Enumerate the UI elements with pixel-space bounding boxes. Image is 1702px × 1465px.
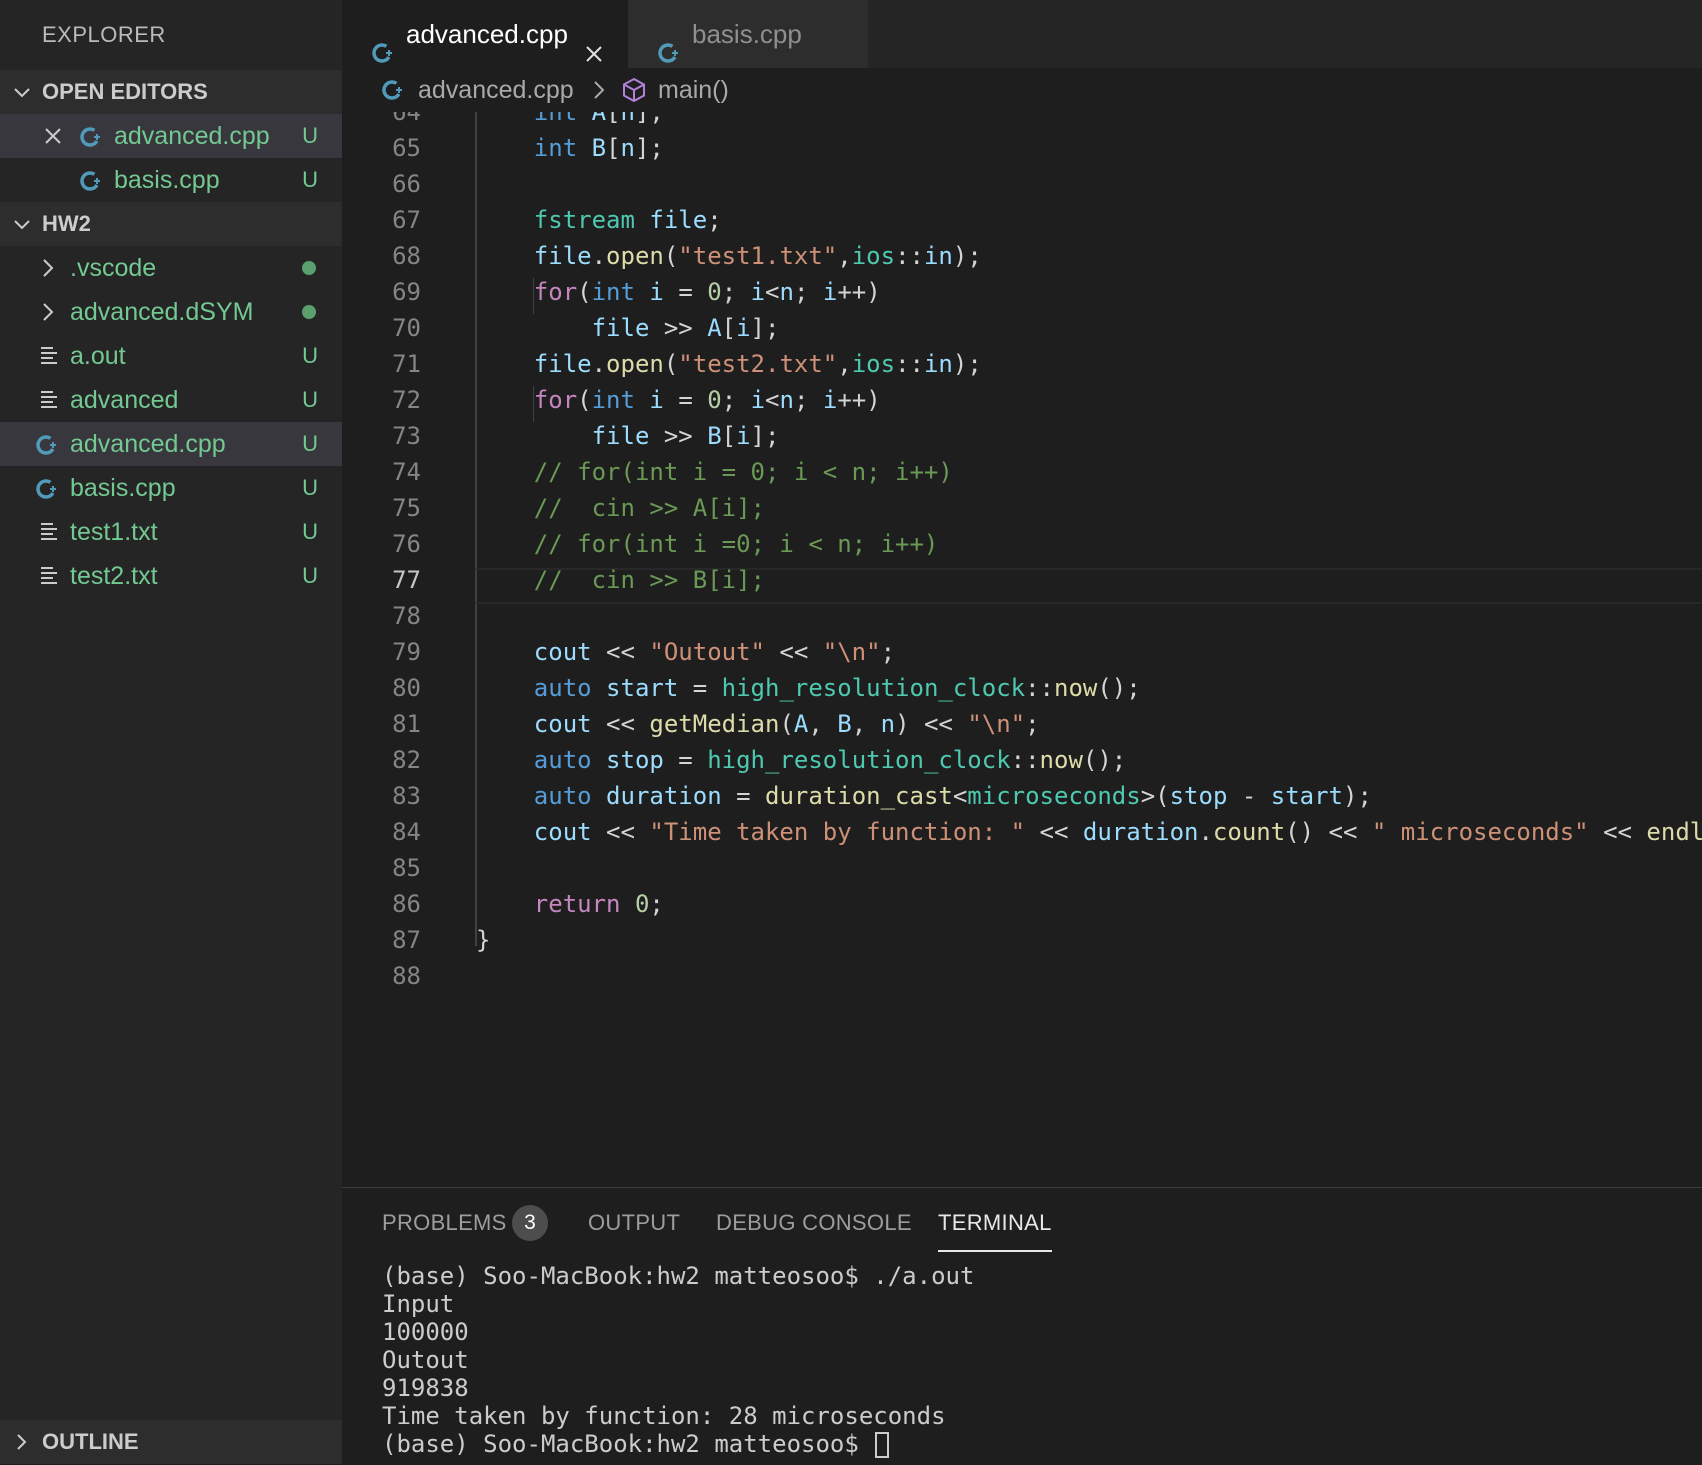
tab-problems[interactable]: PROBLEMS: [382, 1188, 507, 1258]
tab-label: advanced.cpp: [406, 19, 568, 49]
code-line: 75 // cin >> A[i];: [392, 494, 765, 522]
tree-file-test1[interactable]: test1.txt U: [0, 510, 342, 554]
chevron-down-icon: [10, 70, 34, 114]
code-line: 86 return 0;: [392, 890, 664, 918]
tab-output[interactable]: OUTPUT: [588, 1188, 680, 1258]
code-line: 64 int A[n];: [392, 112, 664, 126]
git-untracked-badge: U: [302, 475, 318, 500]
terminal-output[interactable]: (base) Soo-MacBook:hw2 matteosoo$ ./a.ou…: [382, 1262, 1682, 1458]
git-untracked-badge: U: [302, 387, 318, 412]
terminal-line: Outout: [382, 1346, 469, 1374]
terminal-prompt: (base) Soo-MacBook:hw2 matteosoo$: [382, 1430, 874, 1458]
breadcrumb-symbol[interactable]: main(): [658, 68, 729, 112]
tree-item-label: advanced.cpp: [70, 430, 226, 458]
explorer-sidebar: EXPLORER OPEN EDITORS advanced.cpp U bas…: [0, 0, 342, 1464]
chevron-right-icon: [10, 1420, 34, 1464]
outline-label: OUTLINE: [42, 1429, 139, 1454]
terminal-line: (base) Soo-MacBook:hw2 matteosoo$ ./a.ou…: [382, 1262, 975, 1290]
code-line: 88: [392, 962, 421, 990]
git-untracked-badge: U: [302, 343, 318, 368]
workspace-label: HW2: [42, 211, 91, 236]
tab-label: basis.cpp: [692, 19, 802, 49]
code-line: 66: [392, 170, 421, 198]
code-line: 87}: [392, 926, 491, 954]
code-line: 67 fstream file;: [392, 206, 722, 234]
tree-item-label: test1.txt: [70, 518, 158, 546]
open-editor-label: advanced.cpp: [114, 122, 270, 150]
explorer-title: EXPLORER: [42, 22, 166, 47]
open-editor-item-advanced[interactable]: advanced.cpp U: [0, 114, 342, 158]
code-line: 69 for(int i = 0; i<n; i++): [392, 278, 881, 306]
code-line: 80 auto start = high_resolution_clock::n…: [392, 674, 1141, 702]
cpp-file-icon: [382, 80, 402, 100]
editor-tab-bar: advanced.cpp basis.cpp: [342, 0, 1702, 68]
code-line: 85: [392, 854, 421, 882]
code-line: 82 auto stop = high_resolution_clock::no…: [392, 746, 1127, 774]
code-line: 78: [392, 602, 421, 630]
cube-icon: [623, 77, 645, 103]
git-untracked-badge: U: [302, 563, 318, 588]
tab-terminal[interactable]: TERMINAL: [938, 1188, 1052, 1258]
open-editors-label: OPEN EDITORS: [42, 79, 208, 104]
tree-folder-vscode[interactable]: .vscode: [0, 246, 342, 290]
tree-item-label: a.out: [70, 342, 126, 370]
terminal-line: Input: [382, 1290, 455, 1318]
code-line: 79 cout << "Outout" << "\n";: [392, 638, 896, 666]
tree-file-advanced-cpp[interactable]: advanced.cpp U: [0, 422, 342, 466]
tree-file-advanced[interactable]: advanced U: [0, 378, 342, 422]
code-line: 74 // for(int i = 0; i < n; i++): [392, 458, 953, 486]
tree-item-label: advanced.dSYM: [70, 298, 254, 326]
tree-file-test2[interactable]: test2.txt U: [0, 554, 342, 598]
code-line: 71 file.open("test2.txt",ios::in);: [392, 350, 982, 378]
terminal-line: 919838: [382, 1374, 469, 1402]
git-untracked-badge: U: [302, 167, 318, 192]
tree-item-label: basis.cpp: [70, 474, 176, 502]
bottom-panel: PROBLEMS 3 OUTPUT DEBUG CONSOLE TERMINAL…: [342, 1187, 1702, 1465]
git-untracked-badge: U: [302, 123, 318, 148]
code-line: 84 cout << "Time taken by function: " <<…: [392, 818, 1702, 846]
code-line: 76 // for(int i =0; i < n; i++): [392, 530, 939, 558]
open-editor-item-basis[interactable]: basis.cpp U: [0, 158, 342, 202]
problems-count-badge: 3: [512, 1205, 548, 1241]
code-line: 81 cout << getMedian(A, B, n) << "\n";: [392, 710, 1040, 738]
open-editor-label: basis.cpp: [114, 166, 220, 194]
chevron-right-icon: [594, 81, 605, 99]
terminal-line: Time taken by function: 28 microseconds: [382, 1402, 946, 1430]
code-line: 65 int B[n];: [392, 134, 664, 162]
tree-item-label: advanced: [70, 386, 179, 414]
code-line: 83 auto duration = duration_cast<microse…: [392, 782, 1372, 810]
chevron-down-icon: [10, 202, 34, 246]
git-modified-dot: [302, 305, 316, 319]
tree-item-label: .vscode: [70, 254, 157, 282]
git-untracked-badge: U: [302, 431, 318, 456]
tab-basis-cpp[interactable]: basis.cpp: [628, 0, 868, 68]
tree-folder-advanced-dsym[interactable]: advanced.dSYM: [0, 290, 342, 334]
workspace-header[interactable]: HW2: [0, 202, 342, 246]
code-editor[interactable]: 64 int A[n]; 65 int B[n]; 66 67 fstream …: [342, 112, 1702, 1187]
tree-file-a-out[interactable]: a.out U: [0, 334, 342, 378]
tree-file-basis-cpp[interactable]: basis.cpp U: [0, 466, 342, 510]
code-line: 68 file.open("test1.txt",ios::in);: [392, 242, 982, 270]
tab-debug-console[interactable]: DEBUG CONSOLE: [716, 1188, 912, 1258]
terminal-prompt-line[interactable]: (base) Soo-MacBook:hw2 matteosoo$: [382, 1430, 1682, 1458]
tab-advanced-cpp[interactable]: advanced.cpp: [342, 0, 628, 68]
code-line: 73 file >> B[i];: [392, 422, 780, 450]
git-modified-dot: [302, 261, 316, 275]
breadcrumb: advanced.cpp main(): [342, 68, 1702, 112]
tree-item-label: test2.txt: [70, 562, 158, 590]
git-untracked-badge: U: [302, 519, 318, 544]
code-line: 72 for(int i = 0; i<n; i++): [392, 386, 881, 414]
breadcrumb-file[interactable]: advanced.cpp: [418, 68, 574, 112]
terminal-line: 100000: [382, 1318, 469, 1346]
outline-header[interactable]: OUTLINE: [0, 1420, 342, 1464]
terminal-cursor: [875, 1432, 890, 1458]
code-line: 70 file >> A[i];: [392, 314, 780, 342]
open-editors-header[interactable]: OPEN EDITORS: [0, 70, 342, 114]
code-line-current: 77 // cin >> B[i];: [392, 566, 765, 594]
